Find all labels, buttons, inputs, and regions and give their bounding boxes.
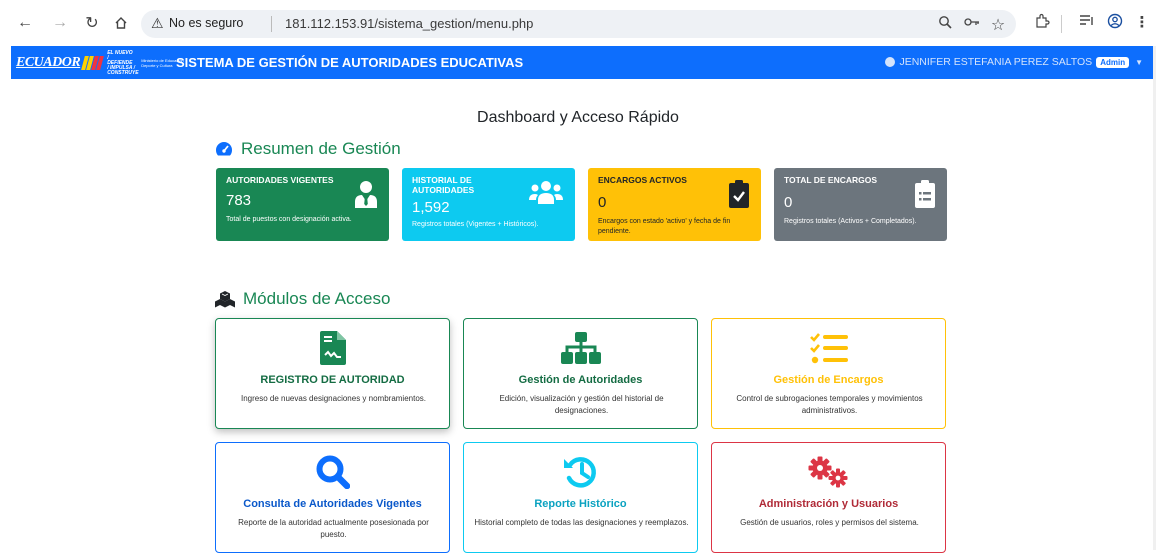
file-signature-icon: [216, 329, 449, 367]
role-badge: Admin: [1096, 56, 1130, 68]
address-bar[interactable]: ⚠ No es seguro 181.112.153.91/sistema_ge…: [141, 10, 1016, 38]
reload-icon[interactable]: ↻: [83, 14, 101, 32]
logo-tagline: EL NUEVO / DEFIENDE / IMPULSA / CONSTRUY…: [107, 49, 139, 76]
clipboard-list-icon: [915, 180, 935, 213]
module-administracion-usuarios[interactable]: Administración y Usuarios Gestión de usu…: [711, 442, 946, 553]
user-circle-icon: [885, 57, 896, 67]
stat-label: HISTORIAL DE AUTORIDADES: [412, 175, 475, 195]
stat-card-total-encargos[interactable]: TOTAL DE ENCARGOS 0 Registros totales (A…: [774, 168, 947, 241]
clipboard-check-icon: [729, 180, 749, 213]
module-title: Consulta de Autoridades Vigentes: [243, 498, 422, 510]
cubes-icon: [215, 290, 235, 307]
stat-desc: Encargos con estado 'activo' y fecha de …: [598, 217, 731, 235]
logo-text: ECUADOR: [16, 55, 81, 70]
module-gestion-encargos[interactable]: Gestión de Encargos Control de subrogaci…: [711, 318, 946, 429]
stat-desc: Total de puestos con designación activa.: [226, 215, 352, 223]
brand-title[interactable]: SISTEMA DE GESTIÓN DE AUTORIDADES EDUCAT…: [176, 55, 523, 70]
browser-toolbar: ← → ↻ ⚠ No es seguro 181.112.153.91/sist…: [0, 0, 1156, 46]
url-text[interactable]: 181.112.153.91/sistema_gestion/menu.php: [285, 16, 533, 31]
page-title: Dashboard y Acceso Rápido: [477, 109, 679, 126]
caret-down-icon: ▼: [1135, 57, 1143, 67]
user-tie-icon: [355, 180, 377, 213]
warning-icon: ⚠: [151, 15, 164, 31]
home-icon[interactable]: [112, 14, 130, 32]
module-desc: Ingreso de nuevas designaciones y nombra…: [241, 394, 426, 403]
search-icon: [216, 453, 449, 491]
module-desc: Gestión de usuarios, roles y permisos de…: [740, 518, 919, 527]
module-gestion-autoridades[interactable]: Gestión de Autoridades Edición, visualiz…: [463, 318, 698, 429]
gauge-icon: [215, 142, 233, 156]
extensions-icon[interactable]: [1032, 13, 1052, 33]
stat-label: AUTORIDADES VIGENTES: [226, 175, 334, 185]
stat-label: ENCARGOS ACTIVOS: [598, 175, 687, 185]
insecure-label[interactable]: No es seguro: [169, 16, 243, 30]
module-title: Gestión de Encargos: [773, 374, 884, 386]
cogs-icon: [712, 453, 945, 491]
module-title: Reporte Histórico: [534, 498, 627, 510]
menu-kebab-icon[interactable]: ⋮: [1132, 13, 1152, 33]
stat-desc: Registros totales (Vigentes + Históricos…: [412, 221, 539, 228]
profile-icon[interactable]: [1105, 13, 1125, 33]
flag-stripes: [81, 56, 105, 70]
modules-heading-text: Módulos de Acceso: [243, 289, 391, 308]
history-icon: [464, 453, 697, 491]
toolbar-divider: [1061, 15, 1062, 33]
summary-heading-text: Resumen de Gestión: [241, 139, 401, 158]
back-arrow-icon[interactable]: ←: [16, 14, 34, 32]
modules-heading: Módulos de Acceso: [215, 289, 390, 309]
password-key-icon[interactable]: [963, 15, 981, 33]
star-bookmark-icon[interactable]: ☆: [989, 15, 1007, 34]
summary-heading: Resumen de Gestión: [215, 139, 401, 159]
zoom-icon[interactable]: [936, 15, 954, 33]
module-consulta-vigentes[interactable]: Consulta de Autoridades Vigentes Reporte…: [215, 442, 450, 553]
stat-label: TOTAL DE ENCARGOS: [784, 175, 878, 185]
forward-arrow-icon[interactable]: →: [51, 14, 69, 32]
module-reporte-historico[interactable]: Reporte Histórico Historial completo de …: [463, 442, 698, 553]
reading-list-icon[interactable]: [1077, 13, 1097, 33]
user-name: JENNIFER ESTEFANIA PEREZ SALTOS: [899, 56, 1093, 68]
module-registro-autoridad[interactable]: REGISTRO DE AUTORIDAD Ingreso de nuevas …: [215, 318, 450, 429]
ecuador-logo[interactable]: ECUADOR EL NUEVO / DEFIENDE / IMPULSA / …: [16, 50, 187, 75]
sitemap-icon: [464, 329, 697, 367]
module-title: Administración y Usuarios: [758, 498, 899, 510]
stat-card-encargos-activos[interactable]: ENCARGOS ACTIVOS 0 Encargos con estado '…: [588, 168, 761, 241]
stat-card-autoridades-vigentes[interactable]: AUTORIDADES VIGENTES 783 Total de puesto…: [216, 168, 389, 241]
module-desc: Reporte de la autoridad actualmente pose…: [238, 518, 429, 539]
module-desc: Edición, visualización y gestión del his…: [499, 394, 664, 415]
app-navbar: ECUADOR EL NUEVO / DEFIENDE / IMPULSA / …: [11, 46, 1153, 79]
module-desc: Historial completo de todas las designac…: [474, 518, 689, 527]
stat-desc: Registros totales (Activos + Completados…: [784, 217, 917, 225]
users-icon: [529, 180, 563, 209]
tasks-icon: [712, 329, 945, 367]
module-title: Gestión de Autoridades: [518, 374, 643, 386]
module-title: REGISTRO DE AUTORIDAD: [260, 374, 405, 386]
user-menu[interactable]: JENNIFER ESTEFANIA PEREZ SALTOS Admin ▼: [885, 56, 1143, 68]
module-desc: Control de subrogaciones temporales y mo…: [736, 394, 923, 415]
stat-card-historial[interactable]: HISTORIAL DE AUTORIDADES 1,592 Registros…: [402, 168, 575, 241]
omnibox-divider: [271, 16, 272, 32]
